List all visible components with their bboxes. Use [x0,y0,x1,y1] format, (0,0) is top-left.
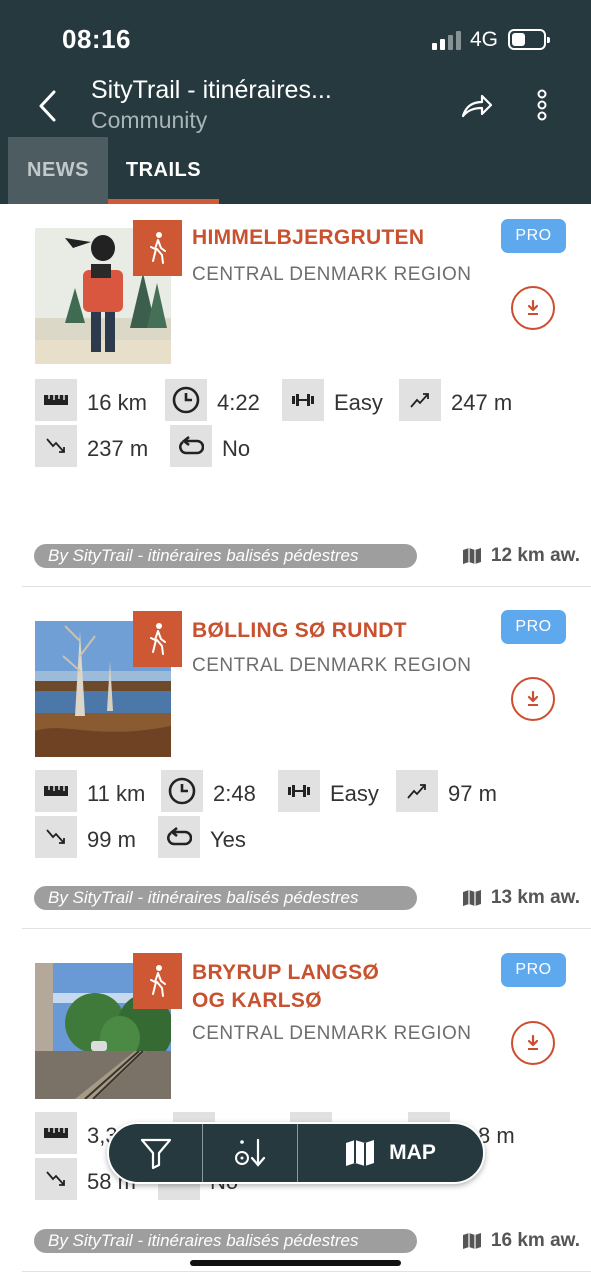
trail-difficulty: Easy [330,781,379,806]
distance-away: 13 km aw. [462,887,580,909]
clock-icon [161,770,203,812]
filter-icon [140,1138,171,1170]
map-icon [462,1233,481,1249]
hiking-activity-badge [133,953,182,1009]
pro-badge: PRO [501,219,566,253]
filter-button[interactable] [109,1124,202,1182]
page-subtitle: Community [91,107,208,133]
trail-ascent: 247 m [451,390,513,415]
ruler-icon [35,770,77,812]
dumbbell-icon [278,770,320,812]
ascent-icon [399,379,441,421]
download-button[interactable] [511,677,555,721]
hiking-icon [149,623,166,655]
trail-region: CENTRAL DENMARK REGION [192,264,472,285]
chevron-left-icon [39,90,56,122]
app-header: 08:16 4G SityTrail - itinéraires... Comm… [0,0,591,204]
sort-button[interactable] [203,1124,297,1182]
trail-ascent: 97 m [448,781,497,806]
download-button[interactable] [511,286,555,330]
map-icon [462,890,481,906]
trail-card[interactable]: HIMMELBJERGRUTEN CENTRAL DENMARK REGION … [0,204,591,587]
trail-descent: 237 m [87,436,149,461]
map-icon [346,1140,375,1166]
download-icon [527,690,539,706]
trail-card[interactable]: BØLLING SØ RUNDT CENTRAL DENMARK REGION … [0,595,591,929]
author-credit: By SityTrail - itinéraires balisés pédes… [34,886,417,910]
more-options-button[interactable] [532,86,552,126]
clock-icon [165,379,207,421]
tab-bar: NEWS TRAILS [0,137,591,204]
page-title: SityTrail - itinéraires... [91,76,332,104]
card-divider [22,1271,591,1272]
ruler-icon [35,1112,77,1154]
trail-name[interactable]: HIMMELBJERGRUTEN [192,224,482,252]
trail-region: CENTRAL DENMARK REGION [192,655,472,676]
trail-duration: 4:22 [217,390,260,415]
map-icon [462,548,481,564]
download-button[interactable] [511,1021,555,1065]
share-button[interactable] [458,88,494,124]
pro-badge: PRO [501,610,566,644]
map-button[interactable]: MAP [298,1124,483,1182]
descent-icon [35,816,77,858]
network-type: 4G [470,28,499,51]
home-indicator [190,1260,401,1266]
ruler-icon [35,379,77,421]
trail-card[interactable]: BRYRUP LANGSØ OG KARLSØ CENTRAL DENMARK … [0,937,591,1272]
trail-name[interactable]: BØLLING SØ RUNDT [192,617,482,645]
sort-distance-icon [235,1138,266,1167]
battery-icon [508,29,550,50]
card-divider [22,928,591,929]
pro-badge: PRO [501,953,566,987]
loop-icon [158,816,200,858]
trail-duration: 2:48 [213,781,256,806]
tab-news[interactable]: NEWS [8,137,108,204]
back-button[interactable] [34,86,64,126]
loop-icon [170,425,212,467]
trail-region: CENTRAL DENMARK REGION [192,1023,472,1044]
signal-icon [432,30,462,50]
distance-away: 16 km aw. [462,1230,580,1252]
distance-away: 12 km aw. [462,545,580,567]
trail-name[interactable]: BRYRUP LANGSØ OG KARLSØ [192,959,482,1015]
download-icon [527,1034,539,1050]
hiking-icon [149,232,166,264]
trail-difficulty: Easy [334,390,383,415]
bottom-action-bar: MAP [107,1122,485,1184]
hiking-activity-badge [133,220,182,276]
ascent-icon [396,770,438,812]
status-time: 08:16 [62,24,131,54]
hiking-icon [149,965,166,997]
hiking-activity-badge [133,611,182,667]
share-icon [461,94,493,118]
trail-distance: 16 km [87,390,147,415]
trail-loop: No [222,436,251,461]
descent-icon [35,425,77,467]
card-divider [22,586,591,587]
dumbbell-icon [282,379,324,421]
download-icon [527,299,539,315]
trail-descent: 99 m [87,827,136,852]
tab-trails[interactable]: TRAILS [108,137,219,204]
trail-distance: 11 km [87,781,146,806]
more-vertical-icon [537,89,547,121]
author-credit: By SityTrail - itinéraires balisés pédes… [34,1229,417,1253]
author-credit: By SityTrail - itinéraires balisés pédes… [34,544,417,568]
trail-loop: Yes [210,827,246,852]
descent-icon [35,1158,77,1200]
